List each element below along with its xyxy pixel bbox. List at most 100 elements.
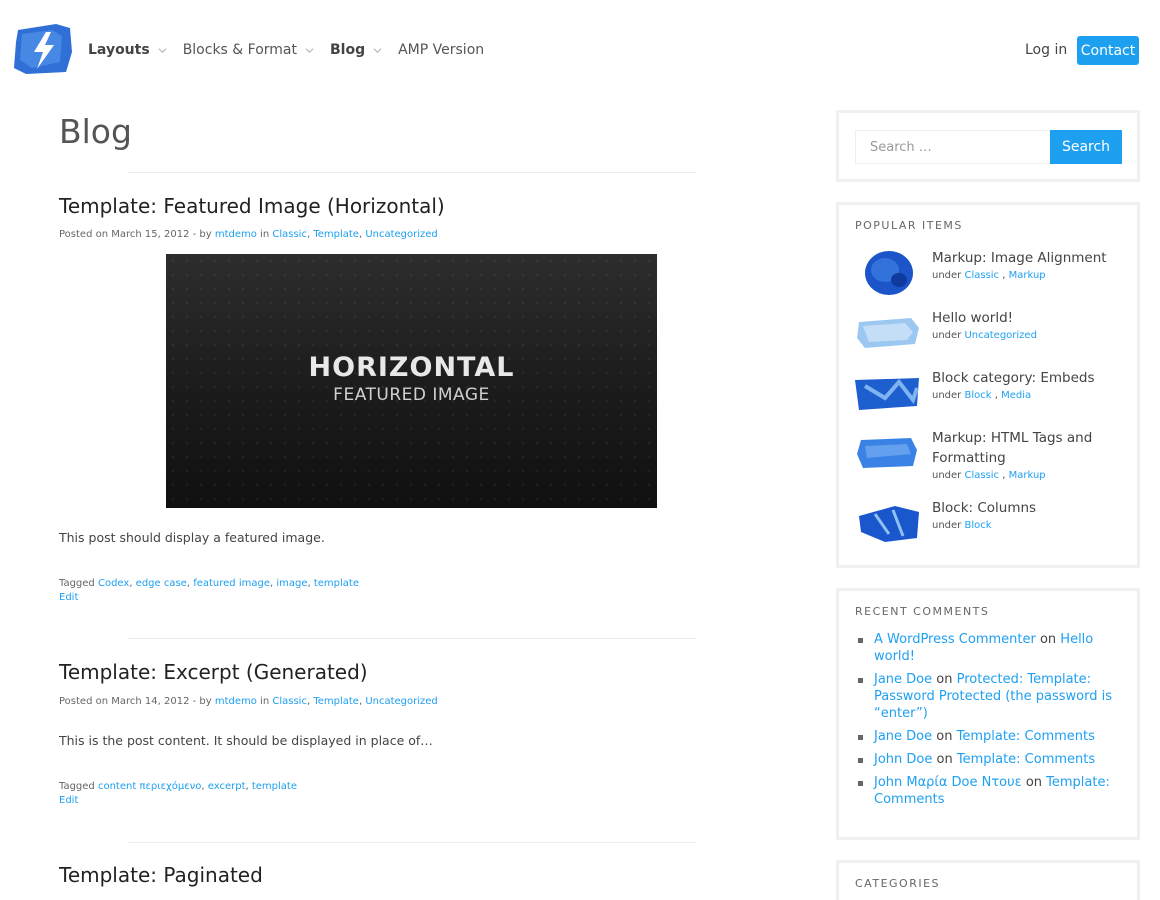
category-link[interactable]: Template	[313, 229, 359, 240]
post-excerpt: This is the post content. It should be d…	[59, 733, 433, 748]
tag-link[interactable]: template	[252, 781, 297, 792]
on-label: on	[1021, 775, 1047, 790]
category-link[interactable]: Classic	[272, 229, 307, 240]
edit-link[interactable]: Edit	[59, 795, 78, 806]
chevron-down-icon	[305, 47, 314, 53]
category-link[interactable]: Media	[1001, 390, 1031, 401]
page-title: Blog	[59, 112, 132, 151]
tag-link[interactable]: Codex	[98, 578, 129, 589]
category-link[interactable]: Template	[313, 696, 359, 707]
popular-item-title[interactable]: Markup: Image Alignment	[932, 248, 1122, 268]
category-link[interactable]: Markup	[1009, 270, 1046, 281]
category-link[interactable]: Uncategorized	[964, 330, 1036, 341]
tag-link[interactable]: edge case	[136, 578, 187, 589]
popular-item-cats: under Uncategorized	[932, 330, 1037, 341]
comment-author-link[interactable]: John Μαρία Doe Ντουε	[874, 775, 1022, 790]
category-link[interactable]: Uncategorized	[365, 696, 437, 707]
popular-item[interactable]: Block: Columns under Block	[855, 498, 1125, 558]
post-thumbnail[interactable]	[855, 248, 921, 298]
comment-post-link[interactable]: Template: Comments	[957, 752, 1095, 767]
popular-item-cats: under Classic , Markup	[932, 470, 1046, 481]
recent-comments-widget: RECENT COMMENTS A WordPress Commenter on…	[836, 588, 1140, 840]
featured-image[interactable]: HORIZONTAL FEATURED IMAGE	[166, 254, 657, 508]
nav-blog[interactable]: Blog	[330, 42, 382, 58]
tag-link[interactable]: image	[276, 578, 307, 589]
site-header: Layouts Blocks & Format Blog AMP Version…	[0, 0, 1160, 100]
meta-in-text: in	[256, 696, 273, 707]
on-label: on	[932, 672, 957, 687]
post-excerpt: This post should display a featured imag…	[59, 530, 325, 545]
recent-comment-item: Jane Doe on Template: Comments	[855, 728, 1125, 745]
post-title[interactable]: Template: Paginated	[59, 863, 263, 887]
category-link[interactable]: Block	[964, 390, 991, 401]
divider	[128, 172, 696, 173]
comment-author-link[interactable]: Jane Doe	[874, 672, 932, 687]
tag-link[interactable]: template	[314, 578, 359, 589]
post-thumbnail[interactable]	[855, 368, 921, 418]
contact-button[interactable]: Contact	[1077, 36, 1139, 65]
nav-blocks-format[interactable]: Blocks & Format	[183, 42, 314, 58]
on-label: on	[932, 752, 957, 767]
popular-item-title[interactable]: Markup: HTML Tags and Formatting	[932, 428, 1122, 468]
widget-title: CATEGORIES	[855, 877, 941, 890]
post-meta: Posted on March 15, 2012 - by mtdemo in …	[59, 229, 438, 240]
author-link[interactable]: mtdemo	[215, 696, 257, 707]
login-link[interactable]: Log in	[1025, 42, 1067, 58]
post-title-link[interactable]: Template: Featured Image (Horizontal)	[59, 194, 445, 218]
post-title[interactable]: Template: Featured Image (Horizontal)	[59, 194, 445, 218]
post-date-text: Posted on March 14, 2012 - by	[59, 696, 215, 707]
category-link[interactable]: Uncategorized	[365, 229, 437, 240]
nav-layouts[interactable]: Layouts	[88, 42, 167, 58]
popular-item-cats: under Classic , Markup	[932, 270, 1046, 281]
comment-author-link[interactable]: Jane Doe	[874, 729, 932, 744]
on-label: on	[1035, 632, 1061, 647]
popular-item-title[interactable]: Hello world!	[932, 308, 1122, 328]
nav-amp-version[interactable]: AMP Version	[398, 42, 484, 58]
on-label: on	[932, 729, 957, 744]
post-title[interactable]: Template: Excerpt (Generated)	[59, 660, 368, 684]
edit-link[interactable]: Edit	[59, 592, 78, 603]
category-link[interactable]: Classic	[964, 270, 999, 281]
popular-item[interactable]: Markup: Image Alignment under Classic , …	[855, 248, 1125, 308]
post-thumbnail[interactable]	[855, 308, 921, 358]
recent-comments-list: A WordPress Commenter on Hello world! Ja…	[855, 631, 1125, 814]
popular-item-cats: under Block , Media	[932, 390, 1032, 401]
comment-post-link[interactable]: Template: Comments	[957, 729, 1095, 744]
chevron-down-icon	[158, 47, 167, 53]
tag-link[interactable]: featured image	[193, 578, 270, 589]
post-date-text: Posted on March 15, 2012 - by	[59, 229, 215, 240]
main-nav: Layouts Blocks & Format Blog AMP Version	[88, 42, 500, 58]
post-thumbnail[interactable]	[855, 428, 921, 478]
category-link[interactable]: Classic	[272, 696, 307, 707]
under-label: under	[932, 330, 965, 341]
search-button[interactable]: Search	[1050, 130, 1122, 164]
widget-title: POPULAR ITEMS	[855, 219, 963, 232]
category-link[interactable]: Classic	[964, 470, 999, 481]
popular-item[interactable]: Hello world! under Uncategorized	[855, 308, 1125, 368]
site-logo-icon[interactable]	[12, 22, 74, 76]
search-input[interactable]: Search …	[855, 130, 1051, 164]
popular-item[interactable]: Markup: HTML Tags and Formatting under C…	[855, 428, 1125, 488]
popular-items-widget: POPULAR ITEMS Markup: Image Alignment un…	[836, 202, 1140, 568]
meta-in-text: in	[256, 229, 273, 240]
category-link[interactable]: Markup	[1009, 470, 1046, 481]
author-link[interactable]: mtdemo	[215, 229, 257, 240]
post-thumbnail[interactable]	[855, 498, 921, 548]
tags-label: Tagged	[59, 781, 98, 792]
post-title-link[interactable]: Template: Excerpt (Generated)	[59, 660, 368, 684]
tag-link[interactable]: content περιεχόμενο	[98, 781, 201, 792]
recent-comment-item: Jane Doe on Protected: Template: Passwor…	[855, 671, 1125, 722]
tag-link[interactable]: excerpt	[208, 781, 246, 792]
recent-comment-item: A WordPress Commenter on Hello world!	[855, 631, 1125, 665]
category-link[interactable]: Block	[964, 520, 991, 531]
post-title-link[interactable]: Template: Paginated	[59, 863, 263, 887]
search-placeholder: Search …	[870, 139, 932, 155]
comment-author-link[interactable]: John Doe	[874, 752, 932, 767]
popular-item-title[interactable]: Block category: Embeds	[932, 368, 1122, 388]
post-meta: Posted on March 14, 2012 - by mtdemo in …	[59, 696, 438, 707]
search-widget: Search … Search	[836, 110, 1140, 182]
comment-author-link[interactable]: A WordPress Commenter	[874, 632, 1036, 647]
under-label: under	[932, 470, 965, 481]
popular-item-title[interactable]: Block: Columns	[932, 498, 1122, 518]
popular-item[interactable]: Block category: Embeds under Block , Med…	[855, 368, 1125, 428]
